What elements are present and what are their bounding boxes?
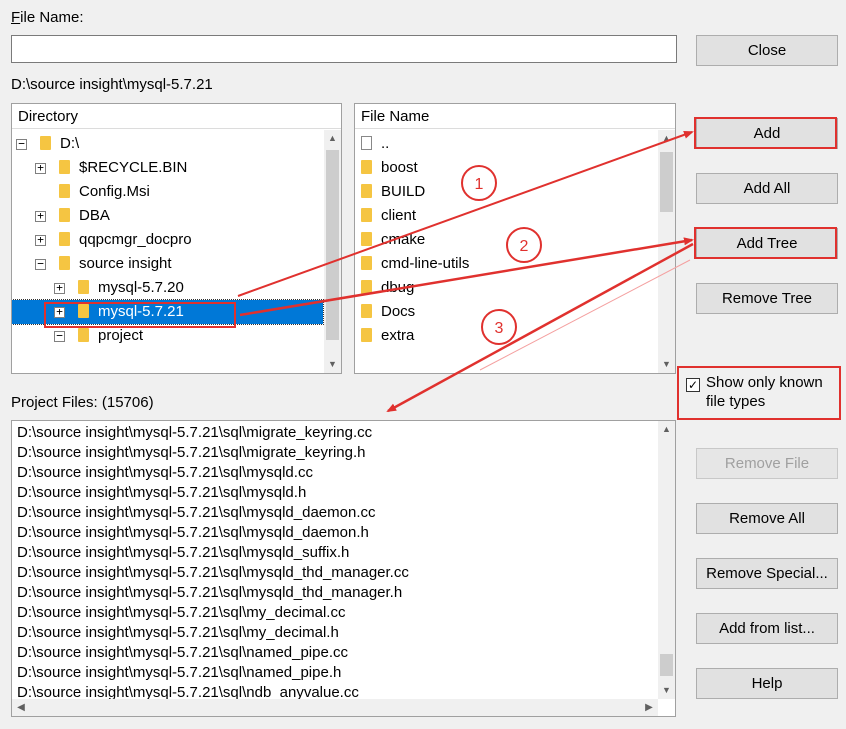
annotation-number-2: 2 <box>520 238 529 255</box>
annotation-number-1: 1 <box>475 176 484 193</box>
arrow-to-add <box>237 130 694 297</box>
arrow-to-project-files <box>386 242 694 413</box>
arrow-to-add-tree <box>239 237 694 317</box>
annotation-overlay: 1 2 3 <box>237 130 694 413</box>
annotation-number-3: 3 <box>495 320 504 337</box>
